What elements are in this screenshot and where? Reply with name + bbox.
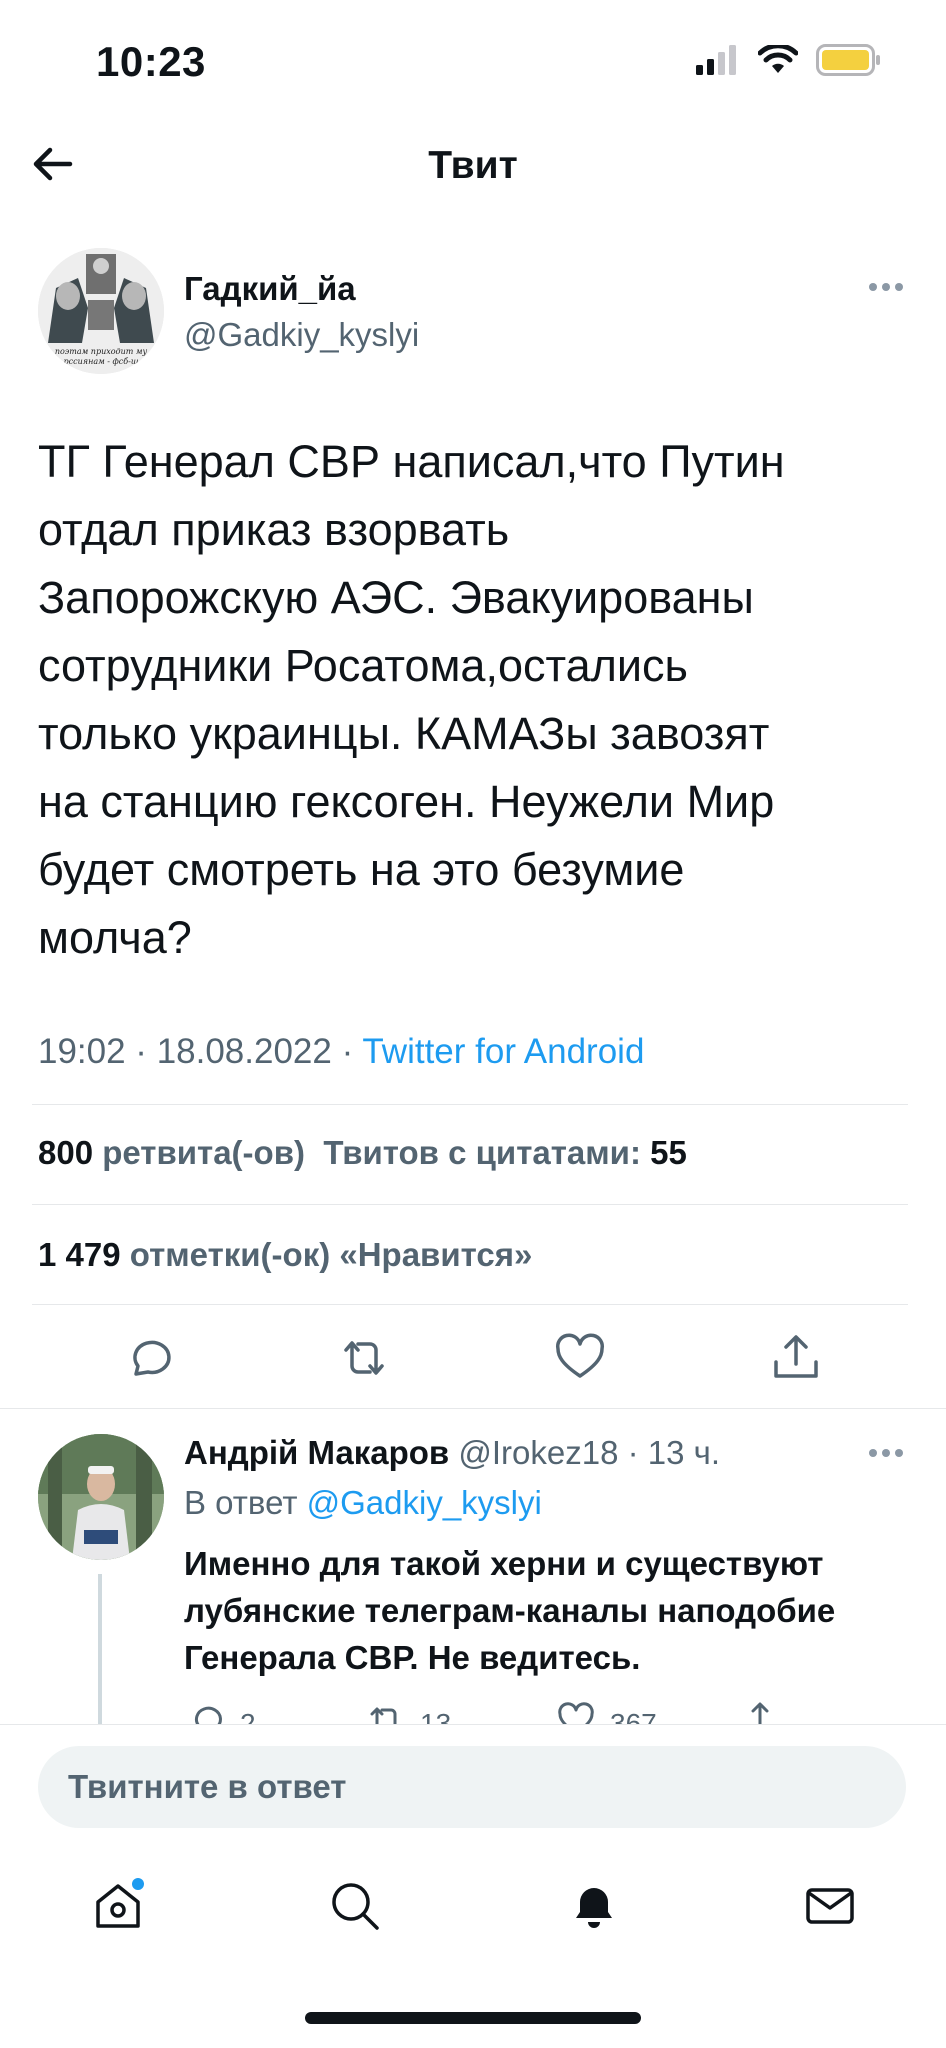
home-icon [96,1878,144,1928]
battery-icon [816,44,880,76]
reply-avatar[interactable] [38,1434,164,1560]
share-icon [774,1335,818,1378]
tweet-text-line: будет смотреть на это безумие [38,844,685,895]
likes-count: 1 479 [38,1236,121,1273]
page-title: Твит [428,144,518,187]
quotes-label: Твитов с цитатами: [323,1134,641,1171]
author-name[interactable]: Гадкий_йа [184,270,356,308]
retweet-stats[interactable]: 800 ретвита(-ов) Твитов с цитатами: 55 [38,1134,687,1172]
tab-notifications[interactable] [566,1878,622,1934]
quotes-count: 55 [650,1134,687,1171]
tweet-text: ТГ Генерал СВР написал,что Путин отдал п… [38,428,918,972]
tweet-text-line: молча? [38,912,192,963]
cellular-signal-icon [696,45,736,75]
share-button[interactable] [768,1330,824,1386]
tweet-timestamp: 19:02 · 18.08.2022 · Twitter for Android [38,1032,644,1072]
reply-text: Именно для такой херни и существуют лубя… [184,1540,904,1681]
avatar-image: поэтам приходит му рссиянам - фсб-ш [38,248,164,374]
thread-line [98,1574,102,1724]
tweet-text-line: ТГ Генерал СВР написал,что Путин [38,436,785,487]
reply-text-line: Генерала СВР. Не ведитесь. [184,1639,641,1676]
retweets-count: 800 [38,1134,94,1171]
reply-button[interactable] [120,1330,176,1386]
likes-stats[interactable]: 1 479 отметки(-ок) «Нравится» [38,1236,532,1274]
retweet-button[interactable] [336,1330,392,1386]
replying-to: В ответ @Gadkiy_kyslyi [184,1484,542,1522]
divider [32,1204,908,1205]
tweet-text-line: только украинцы. КАМАЗы завозят [38,708,770,759]
mail-icon [806,1888,854,1924]
tweet-text-line: сотрудники Росатома,остались [38,640,688,691]
notification-dot [132,1878,144,1890]
tweet-text-line: отдал приказ взорвать [38,504,510,555]
tab-home[interactable] [90,1878,146,1934]
home-indicator [305,2012,641,2024]
reply-text-line: лубянские телеграм-каналы наподобие [184,1592,836,1629]
avatar-caption-line-2: рссиянам - фсб-ш [64,357,139,366]
avatar-caption-line-1: поэтам приходит му [55,347,148,356]
reply-author-name[interactable]: Андрій Макаров [184,1434,449,1471]
heart-icon [555,1333,605,1378]
more-options-button[interactable] [868,280,904,294]
like-button[interactable] [552,1330,608,1386]
wifi-icon [758,45,798,73]
reply-composer-placeholder[interactable]: Твитните в ответ [68,1768,346,1806]
more-dots-icon [869,1449,903,1457]
avatar[interactable]: поэтам приходит му рссиянам - фсб-ш [38,248,164,374]
replying-to-prefix: В ответ [184,1484,307,1521]
tab-search[interactable] [327,1878,383,1934]
reply-header: Андрій Макаров @Irokez18 · 13 ч. [184,1434,720,1472]
reply-text-line: Именно для такой херни и существуют [184,1545,824,1582]
source-link[interactable]: Twitter for Android [362,1032,644,1071]
divider [32,1304,908,1305]
reply-avatar-image [38,1434,164,1560]
reply-handle-time: @Irokez18 · 13 ч. [449,1434,721,1471]
status-time: 10:23 [96,38,206,85]
search-icon [332,1883,379,1930]
reply-more-options-button[interactable] [868,1446,904,1460]
retweet-icon [344,1341,384,1375]
more-dots-icon [869,283,903,291]
divider [32,1104,908,1105]
tweet-actions [0,1330,946,1390]
tab-messages[interactable] [802,1878,858,1934]
status-icons [696,44,882,76]
tweet-text-line: Запорожскую АЭС. Эвакуированы [38,572,754,623]
likes-label: отметки(-ок) «Нравится» [120,1236,533,1273]
reply-icon [133,1340,171,1376]
retweets-label: ретвита(-ов) [93,1134,305,1171]
bell-icon [576,1888,612,1928]
timestamp-text: 19:02 · 18.08.2022 · [38,1032,363,1071]
replying-to-mention[interactable]: @Gadkiy_kyslyi [307,1484,542,1521]
tweet-text-line: на станцию гексоген. Неужели Мир [38,776,775,827]
divider [0,1408,946,1409]
author-handle[interactable]: @Gadkiy_kyslyi [184,316,419,354]
